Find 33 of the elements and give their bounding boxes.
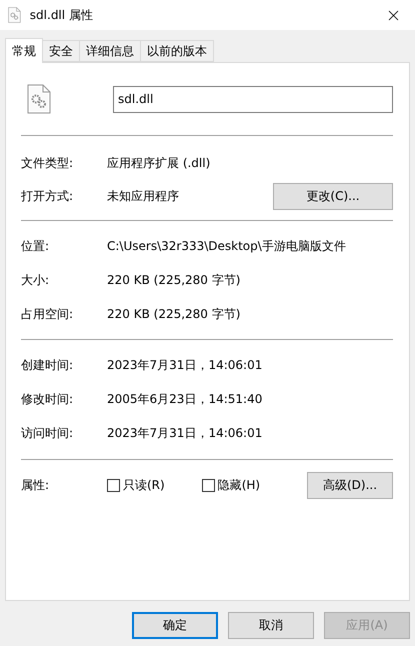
field-label: 占用空间: xyxy=(21,306,74,322)
field-label: 大小: xyxy=(21,272,50,288)
advanced-button[interactable]: 高级(D)... xyxy=(307,472,393,498)
field-value: 2023年7月31日，14:06:01 xyxy=(107,424,264,442)
field-label: 创建时间: xyxy=(21,356,74,374)
checkbox-label: 只读(R) xyxy=(123,476,165,494)
field-value: C:\Users\32r333\Desktop\手游电脑版文件 xyxy=(107,238,347,254)
checkbox[interactable] xyxy=(202,478,215,492)
field-label: 属性: xyxy=(21,476,50,494)
tab[interactable]: 常规 xyxy=(5,38,43,63)
field-value: 2005年6月23日，14:51:40 xyxy=(107,390,264,408)
file-icon xyxy=(8,7,21,23)
checkbox[interactable] xyxy=(107,478,120,492)
tab[interactable]: 以前的版本 xyxy=(140,40,214,62)
tab[interactable]: 详细信息 xyxy=(79,40,141,62)
field-label: 访问时间: xyxy=(21,424,74,442)
checkbox-label: 隐藏(H) xyxy=(218,476,260,494)
field-label: 打开方式: xyxy=(21,188,74,204)
field-value: 未知应用程序 xyxy=(107,188,180,204)
window-title: sdl.dll 属性 xyxy=(30,6,94,24)
field-label: 文件类型: xyxy=(21,154,74,172)
change-button[interactable]: 更改(C)... xyxy=(273,182,393,210)
field-label: 位置: xyxy=(21,238,50,254)
field-label: 修改时间: xyxy=(21,390,74,408)
file-name-field[interactable]: sdl.dll xyxy=(113,86,393,112)
dialog-button[interactable]: 确定 xyxy=(132,612,218,639)
field-value: 220 KB (225,280 字节) xyxy=(107,306,242,322)
field-value: 2023年7月31日，14:06:01 xyxy=(107,356,264,374)
field-value: 220 KB (225,280 字节) xyxy=(107,272,242,288)
dialog-button[interactable]: 取消 xyxy=(228,612,314,639)
tab[interactable]: 安全 xyxy=(42,40,80,62)
field-value: 应用程序扩展 (.dll) xyxy=(107,154,212,172)
gear-file-icon xyxy=(27,84,51,114)
